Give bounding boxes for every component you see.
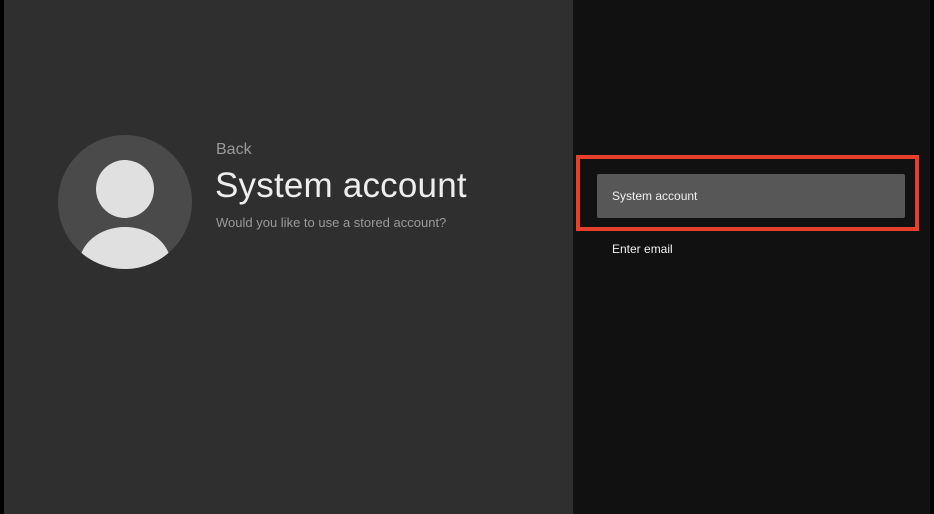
account-avatar (58, 135, 192, 269)
back-label[interactable]: Back (216, 141, 252, 159)
person-icon (79, 160, 171, 269)
guidance-panel: Back System account Would you like to us… (4, 0, 573, 514)
actions-panel: System account Enter email (573, 0, 930, 514)
enter-email-option[interactable]: Enter email (597, 227, 905, 271)
screen: Back System account Would you like to us… (0, 0, 934, 514)
system-account-option[interactable]: System account (597, 174, 905, 218)
page-subtitle: Would you like to use a stored account? (216, 215, 447, 230)
page-title: System account (215, 166, 467, 205)
